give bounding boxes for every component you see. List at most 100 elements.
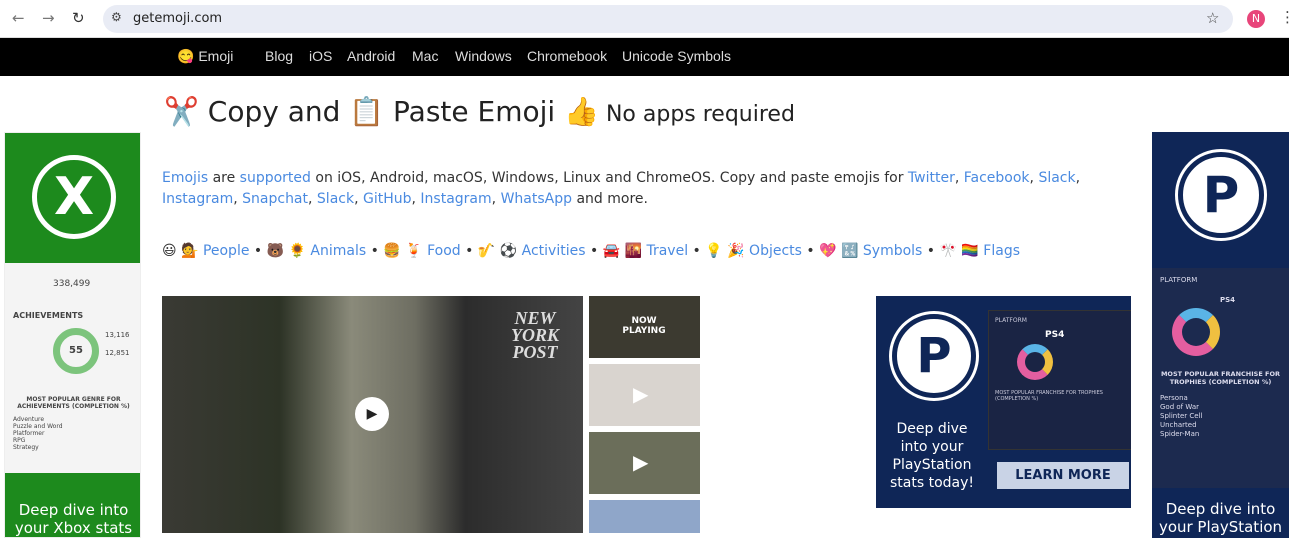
video-thumbnail-4[interactable] xyxy=(589,500,700,533)
instagram-link[interactable]: Instagram xyxy=(162,191,233,207)
video-thumbnail-3[interactable]: ▶ xyxy=(589,432,700,494)
category-link-flags[interactable]: Flags xyxy=(983,243,1020,259)
category-emoji-icon: 🐻 🌻 xyxy=(266,243,306,259)
video-thumbnail-1[interactable]: NOW PLAYING xyxy=(589,296,700,358)
ad-row: Spider-Man xyxy=(1160,430,1200,438)
github-link[interactable]: GitHub xyxy=(363,191,412,207)
separator: • xyxy=(801,243,820,259)
browser-menu-icon[interactable]: ⋮ xyxy=(1280,8,1289,26)
reload-button[interactable]: ↻ xyxy=(72,9,85,27)
nav-unicode-symbols[interactable]: Unicode Symbols xyxy=(622,48,731,64)
slack-link[interactable]: Slack xyxy=(1038,170,1075,186)
site-nav: 😋 Emoji Blog iOS Android Mac Windows Chr… xyxy=(0,38,1289,76)
video-player[interactable]: NEW YORK POST ▶ xyxy=(162,296,583,533)
learn-more-button[interactable]: LEARN MORE xyxy=(997,462,1129,489)
nav-android[interactable]: Android xyxy=(347,48,395,64)
supported-link[interactable]: supported xyxy=(240,170,311,186)
ad-row: Uncharted xyxy=(1160,421,1197,429)
category-link-travel[interactable]: Travel xyxy=(646,243,688,259)
title-paste: Paste Emoji xyxy=(384,95,565,128)
url-text[interactable]: getemoji.com xyxy=(133,11,222,26)
back-button[interactable]: ← xyxy=(12,9,25,27)
separator: • xyxy=(249,243,267,259)
play-icon: ▶ xyxy=(366,406,378,422)
category-link-symbols[interactable]: Symbols xyxy=(863,243,922,259)
separator: • xyxy=(922,243,940,259)
playstation-logo: P xyxy=(1178,152,1264,238)
category-link-objects[interactable]: Objects xyxy=(749,243,802,259)
ad-row: Strategy xyxy=(13,444,39,451)
whatsapp-link[interactable]: WhatsApp xyxy=(501,191,572,207)
site-settings-icon[interactable]: ⚙ xyxy=(111,10,122,24)
ad-screenshot: PLATFORM PS4 MOST POPULAR FRANCHISE FOR … xyxy=(988,310,1131,450)
ad-cta: Deep dive into your Xbox stats xyxy=(5,473,140,537)
page-title: ✂️ Copy and 📋 Paste Emoji 👍 No apps requ… xyxy=(164,95,795,128)
slack-link-2[interactable]: Slack xyxy=(317,191,354,207)
category-emoji-icon: 🍔 🍹 xyxy=(383,243,423,259)
ad-row: Puzzle and Word xyxy=(13,423,63,430)
ad-section: ACHIEVEMENTS xyxy=(13,311,84,320)
ad-stat-1: 13,116 xyxy=(105,331,130,339)
nav-blog[interactable]: Blog xyxy=(265,48,293,64)
browser-toolbar: ← → ↻ ⚙ getemoji.com ☆ N ⋮ xyxy=(0,0,1289,38)
twitter-link[interactable]: Twitter xyxy=(908,170,955,186)
separator: • xyxy=(460,243,478,259)
ad-platform: PLATFORM xyxy=(995,317,1027,324)
ad-row: Splinter Cell xyxy=(1160,412,1203,420)
play-button[interactable]: ▶ xyxy=(355,397,389,431)
snapchat-link[interactable]: Snapchat xyxy=(242,191,308,207)
category-emoji-icon: 🚘 🌇 xyxy=(602,243,643,259)
ad-cta: Deep dive into your PlayStation xyxy=(1158,500,1283,536)
instagram-link-2[interactable]: Instagram xyxy=(420,191,491,207)
category-link-food[interactable]: Food xyxy=(427,243,461,259)
title-copy: Copy and xyxy=(198,95,350,128)
now-playing-label: NOW PLAYING xyxy=(622,316,666,336)
nav-windows[interactable]: Windows xyxy=(455,48,512,64)
xbox-logo: X xyxy=(32,155,116,239)
intro-paragraph: Emojis are supported on iOS, Android, ma… xyxy=(162,170,1081,207)
category-emoji-icon: 💡 🎉 xyxy=(705,243,745,259)
play-icon: ▶ xyxy=(633,450,649,474)
category-link-people[interactable]: People xyxy=(203,243,250,259)
category-link-activities[interactable]: Activities xyxy=(522,243,586,259)
ad-count: 338,499 xyxy=(53,279,91,289)
category-emoji-icon: 🎷 ⚽️ xyxy=(477,243,518,259)
address-bar[interactable]: ⚙ getemoji.com xyxy=(103,5,1233,33)
ad-stat-2: 12,851 xyxy=(105,349,130,357)
nav-mac[interactable]: Mac xyxy=(412,48,438,64)
profile-avatar[interactable]: N xyxy=(1247,10,1265,28)
ad-franchise: MOST POPULAR FRANCHISE FOR TROPHIES (COM… xyxy=(995,390,1103,402)
bookmark-star-icon[interactable]: ☆ xyxy=(1206,9,1219,27)
thumbs-up-icon: 👍 xyxy=(564,95,599,128)
scissors-icon: ✂️ xyxy=(164,95,199,128)
facebook-link[interactable]: Facebook xyxy=(964,170,1030,186)
ad-row: Platformer xyxy=(13,430,45,437)
ad-row: God of War xyxy=(1160,403,1199,411)
ad-ring: 55 xyxy=(53,328,99,374)
xbox-ad[interactable]: X 338,499 ACHIEVEMENTS 55 13,116 12,851 … xyxy=(4,132,141,538)
separator: • xyxy=(688,243,706,259)
ad-row: Adventure xyxy=(13,416,45,423)
clipboard-icon: 📋 xyxy=(349,95,385,128)
playstation-ad[interactable]: P PLATFORM PS4 MOST POPULAR FRANCHISE FO… xyxy=(876,296,1131,508)
nav-emoji[interactable]: 😋 Emoji xyxy=(177,48,233,65)
playstation-ad-right[interactable]: P PLATFORM PS4 MOST POPULAR FRANCHISE FO… xyxy=(1152,132,1289,538)
ad-row: RPG xyxy=(13,437,26,444)
video-thumbnail-2[interactable]: ▶ xyxy=(589,364,700,426)
category-emoji-icon: 😃 💁 xyxy=(162,243,199,259)
nav-ios[interactable]: iOS xyxy=(309,48,332,64)
ad-platform: PLATFORM xyxy=(1160,276,1198,284)
play-icon: ▶ xyxy=(633,382,649,406)
category-link-animals[interactable]: Animals xyxy=(310,243,366,259)
category-list: 😃 💁 People • 🐻 🌻 Animals • 🍔 🍹 Food • 🎷 … xyxy=(162,243,1020,259)
category-emoji-icon: 🎌 🏳️‍🌈 xyxy=(939,243,979,259)
emojis-link[interactable]: Emojis xyxy=(162,170,208,186)
ad-console: PS4 xyxy=(1045,330,1065,340)
ad-franchise: MOST POPULAR FRANCHISE FOR TROPHIES (COM… xyxy=(1160,370,1281,386)
nav-chromebook[interactable]: Chromebook xyxy=(527,48,607,64)
separator: • xyxy=(585,243,603,259)
ad-row: Persona xyxy=(1160,394,1188,402)
separator: • xyxy=(366,243,384,259)
forward-button[interactable]: → xyxy=(42,9,55,27)
tagline: No apps required xyxy=(598,102,795,127)
